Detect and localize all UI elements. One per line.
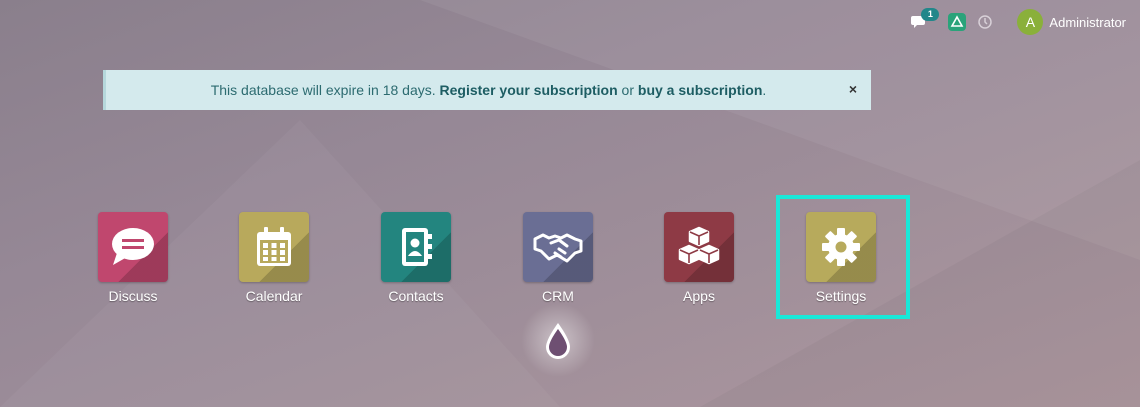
- app-contacts[interactable]: Contacts: [356, 212, 476, 304]
- banner-text: This database will expire in 18 days. Re…: [211, 82, 767, 98]
- app-label-discuss: Discuss: [108, 288, 158, 304]
- app-grid: Discuss Calendar Contacts CRM Apps Setti…: [0, 212, 1140, 312]
- app-calendar[interactable]: Calendar: [214, 212, 334, 304]
- app-discuss[interactable]: Discuss: [73, 212, 193, 304]
- app-label-apps: Apps: [683, 288, 715, 304]
- handshake-icon: [533, 233, 583, 263]
- app-discuss-tile: [98, 212, 168, 282]
- app-calendar-tile: [239, 212, 309, 282]
- banner-text-middle: or: [617, 82, 638, 98]
- expiration-banner: This database will expire in 18 days. Re…: [103, 70, 871, 110]
- cubes-icon: [678, 226, 720, 265]
- drop-icon: [546, 323, 570, 359]
- app-label-contacts: Contacts: [388, 288, 444, 304]
- chat-bubble-icon: [112, 228, 154, 265]
- clock-menu[interactable]: [977, 14, 993, 30]
- banner-close-button[interactable]: ×: [849, 81, 857, 97]
- systray: 1 A Administrator: [911, 8, 1126, 36]
- gear-icon: [822, 228, 860, 266]
- activity-icon: [948, 13, 967, 31]
- buy-subscription-link[interactable]: buy a subscription: [638, 82, 762, 98]
- banner-text-before: This database will expire in 18 days.: [210, 82, 440, 98]
- banner-text-after: .: [762, 82, 767, 98]
- app-contacts-tile: [381, 212, 451, 282]
- app-crm-tile: [523, 212, 593, 282]
- app-crm[interactable]: CRM: [498, 212, 618, 304]
- calendar-icon: [257, 227, 291, 266]
- user-name: Administrator: [1049, 14, 1126, 30]
- app-apps[interactable]: Apps: [639, 212, 759, 304]
- user-menu[interactable]: A Administrator: [1017, 9, 1126, 35]
- app-apps-tile: [664, 212, 734, 282]
- activity-menu[interactable]: [947, 12, 967, 32]
- address-book-icon: [402, 228, 432, 266]
- odoo-logo-drop: [540, 316, 576, 366]
- register-subscription-link[interactable]: Register your subscription: [440, 82, 618, 98]
- messages-badge: 1: [921, 8, 940, 21]
- messages-menu[interactable]: 1: [911, 8, 940, 30]
- avatar: A: [1017, 9, 1044, 35]
- clock-icon: [978, 15, 993, 29]
- app-label-calendar: Calendar: [245, 288, 303, 304]
